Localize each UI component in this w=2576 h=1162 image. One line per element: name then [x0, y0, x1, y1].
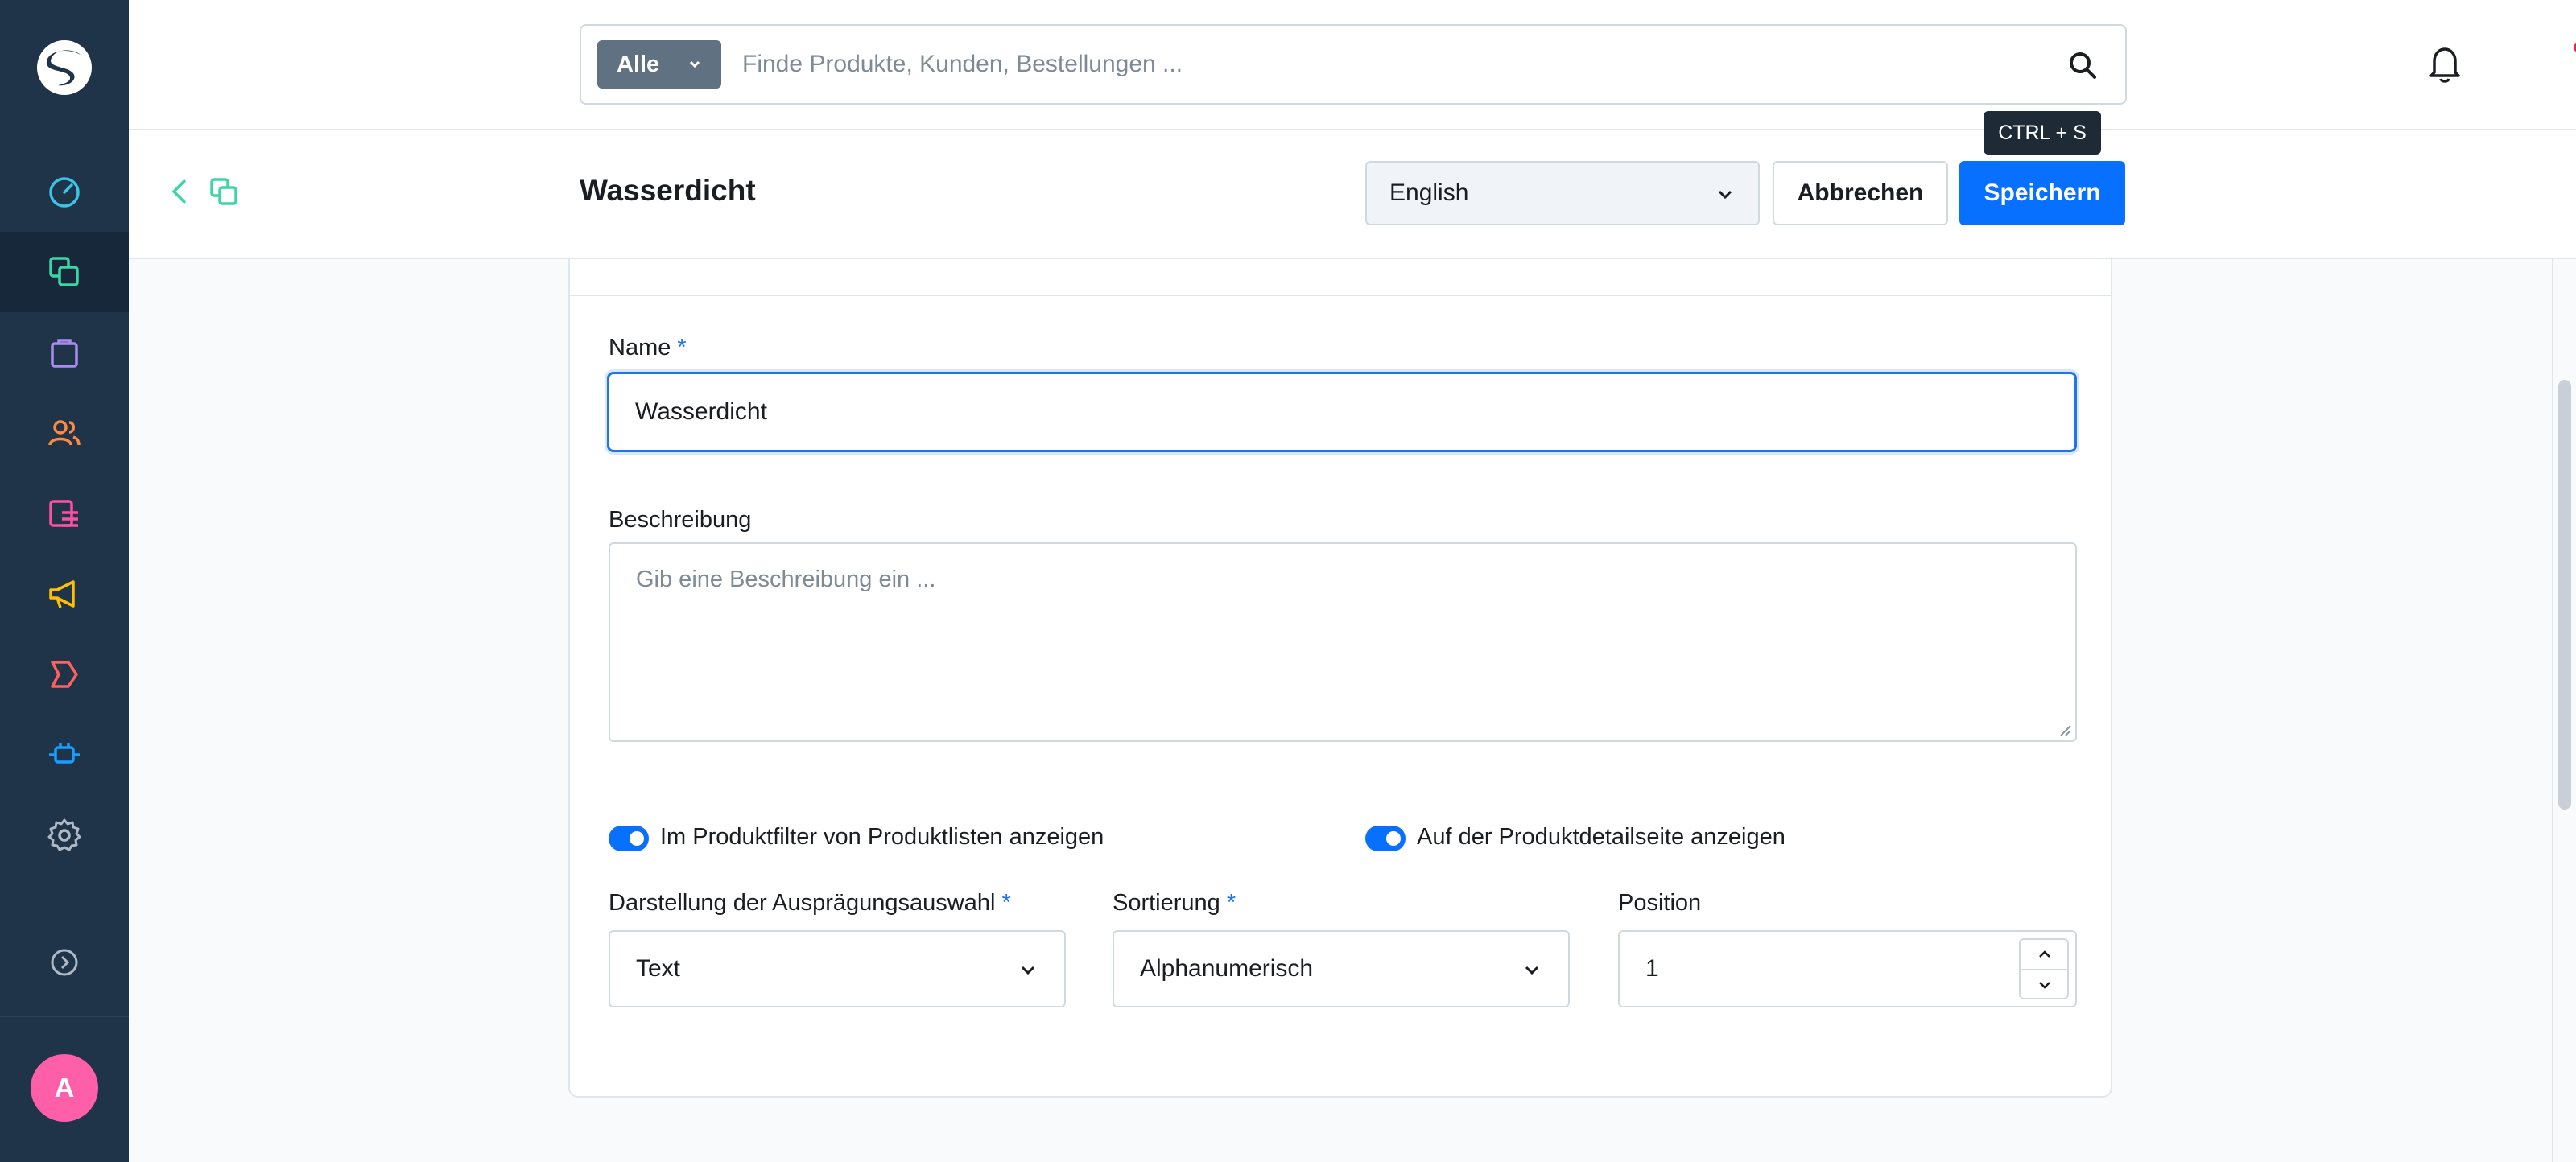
content-icon	[49, 500, 78, 527]
save-button[interactable]: Speichern	[1959, 161, 2125, 225]
name-label: Name *	[609, 335, 687, 361]
chevron-up-icon[interactable]	[2037, 946, 2053, 962]
user-avatar[interactable]: A	[31, 1054, 98, 1122]
resize-handle-icon[interactable]	[2058, 723, 2072, 737]
sorting-value: Alphanumerisch	[1140, 955, 1314, 982]
shopware-logo[interactable]	[34, 37, 95, 98]
global-search: Alle	[580, 24, 2576, 105]
required-mark: *	[1226, 890, 1236, 916]
display-type-label-text: Darstellung der Ausprägungsauswahl	[609, 890, 996, 916]
dashboard-icon	[49, 177, 80, 208]
position-number-field[interactable]: 1	[1618, 930, 2077, 1007]
extensions-icon	[51, 661, 78, 688]
chevron-down-icon	[689, 60, 700, 68]
top-bar: Alle	[129, 0, 2576, 130]
position-value: 1	[1645, 955, 1659, 982]
nav-plugins[interactable]	[0, 715, 129, 795]
language-value: English	[1389, 179, 1469, 206]
language-switch[interactable]: English	[1365, 161, 1760, 225]
nav-expand[interactable]	[0, 922, 129, 1003]
nav-content[interactable]	[0, 473, 129, 554]
nav-marketing[interactable]	[0, 554, 129, 634]
nav-settings[interactable]	[0, 795, 129, 876]
show-in-filter-label: Im Produktfilter von Produktlisten anzei…	[660, 824, 1104, 850]
property-basic-info-card: Name * Wasserdicht Beschreibung Gib eine…	[568, 259, 2112, 1098]
catalogue-icon[interactable]	[208, 175, 242, 209]
notification-dot	[2574, 43, 2576, 52]
chevron-down-icon	[1021, 966, 1035, 975]
stepper-divider	[2021, 969, 2067, 970]
marketing-icon	[49, 580, 75, 608]
nav-customers[interactable]	[0, 393, 129, 473]
search-type-label: Alle	[617, 51, 660, 77]
name-field-value: Wasserdicht	[635, 398, 767, 425]
show-on-detail-page-label: Auf der Produktdetailseite anzeigen	[1417, 824, 1785, 850]
back-arrow-icon[interactable]	[164, 175, 196, 208]
settings-icon	[47, 818, 81, 851]
catalogue-icon	[49, 257, 79, 286]
expand-icon	[51, 949, 78, 976]
required-mark: *	[677, 335, 687, 361]
bell-icon[interactable]	[2423, 42, 2467, 85]
nav-orders[interactable]	[0, 312, 129, 393]
customers-icon	[48, 420, 80, 446]
position-label: Position	[1618, 890, 1702, 916]
show-on-detail-page-toggle[interactable]	[1365, 826, 1406, 851]
chevron-down-icon[interactable]	[2037, 977, 2053, 993]
display-type-value: Text	[636, 955, 681, 982]
display-type-select[interactable]: Text	[609, 930, 1066, 1007]
name-field[interactable]: Wasserdicht	[607, 372, 2077, 452]
search-type-select[interactable]: Alle	[597, 40, 721, 89]
nav-catalogue[interactable]	[0, 232, 129, 312]
nav-dashboard[interactable]	[0, 151, 129, 232]
smart-bar: Wasserdicht English Abbrechen Speichern	[129, 130, 2576, 259]
description-placeholder: Gib eine Beschreibung ein ...	[636, 567, 936, 592]
required-mark: *	[1001, 890, 1011, 916]
search-icon[interactable]	[2067, 50, 2098, 80]
sidebar-divider	[0, 1016, 129, 1017]
search-input[interactable]	[742, 39, 1998, 90]
plugins-icon	[49, 743, 80, 764]
nav-extensions[interactable]	[0, 634, 129, 715]
description-label: Beschreibung	[609, 507, 752, 533]
show-in-filter-toggle[interactable]	[609, 826, 649, 851]
sorting-select[interactable]: Alphanumerisch	[1113, 930, 1570, 1007]
content-scrollbar-thumb[interactable]	[2558, 380, 2571, 810]
display-type-label: Darstellung der Ausprägungsauswahl *	[609, 890, 1011, 917]
chevron-down-icon	[1718, 190, 1732, 200]
save-shortcut-tooltip: CTRL + S	[1984, 111, 2101, 155]
page-title: Wasserdicht	[580, 174, 756, 207]
cancel-button[interactable]: Abbrechen	[1773, 161, 1948, 225]
position-stepper	[2019, 938, 2069, 999]
admin-sidebar: A	[0, 0, 129, 1162]
card-divider	[570, 295, 2111, 296]
sorting-label: Sortierung *	[1113, 890, 1236, 917]
description-textarea[interactable]: Gib eine Beschreibung ein ...	[609, 542, 2077, 742]
orders-icon	[51, 339, 78, 368]
name-label-text: Name	[609, 335, 671, 361]
chevron-down-icon	[1525, 966, 1539, 975]
sorting-label-text: Sortierung	[1113, 890, 1220, 916]
